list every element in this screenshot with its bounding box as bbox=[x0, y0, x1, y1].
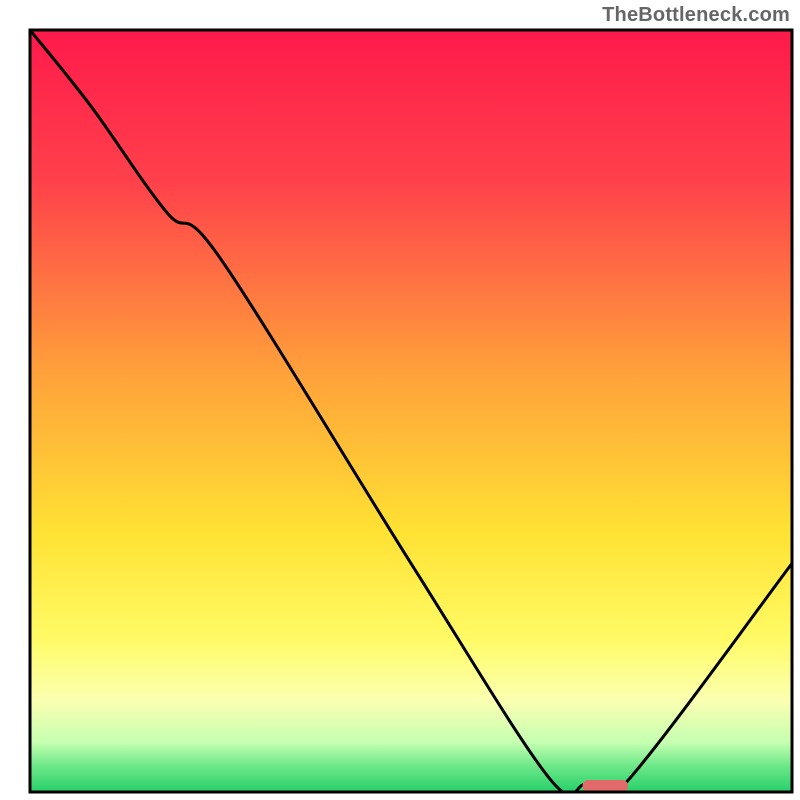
plot-area bbox=[30, 30, 792, 800]
chart-stage: TheBottleneck.com bbox=[0, 0, 800, 800]
gradient-background bbox=[30, 30, 792, 792]
bottleneck-chart bbox=[0, 0, 800, 800]
optimal-marker bbox=[582, 780, 628, 792]
